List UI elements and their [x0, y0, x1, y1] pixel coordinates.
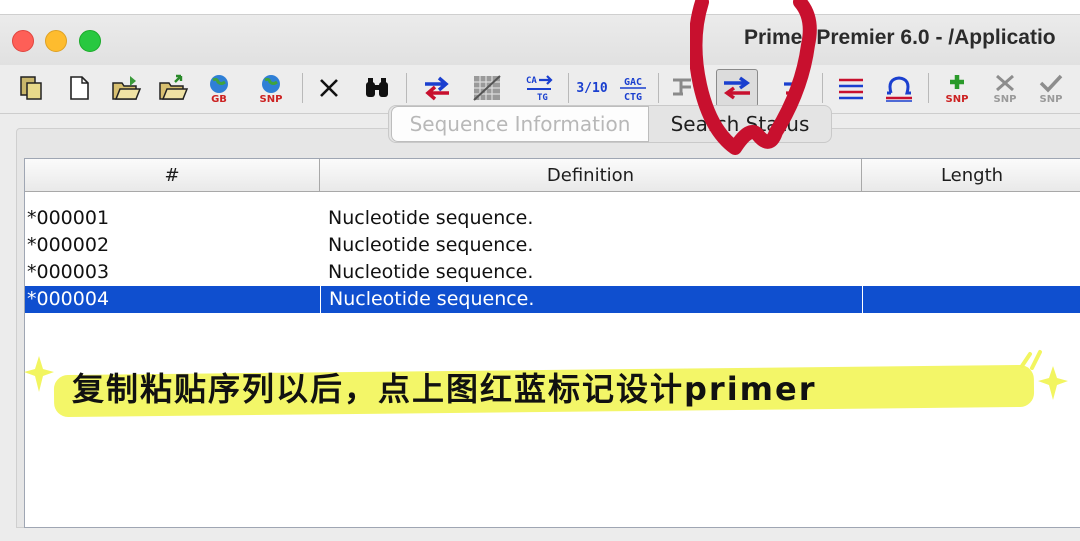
convert-bottom-label: TG — [537, 93, 548, 103]
snp-add-icon: SNP — [946, 75, 969, 104]
sequence-text-button[interactable]: GAC CTG — [616, 71, 650, 105]
snp-database-button[interactable]: SNP — [254, 71, 288, 105]
snp-check-label: SNP — [1040, 94, 1063, 104]
row-definition: Nucleotide sequence. — [328, 234, 534, 256]
genbank-globe-icon: GB — [210, 75, 228, 104]
find-button[interactable] — [360, 71, 394, 105]
swap-button[interactable] — [420, 71, 454, 105]
table-row[interactable]: *000003 Nucleotide sequence. — [25, 259, 1080, 286]
fraction-button[interactable]: 3/10 — [575, 71, 609, 105]
toolbar-separator — [406, 73, 407, 103]
table-row-selected[interactable]: *000004 Nucleotide sequence. — [25, 286, 1080, 313]
table-header: # Definition Length — [25, 159, 1080, 192]
new-document-button[interactable] — [62, 71, 96, 105]
toolbar-separator — [568, 73, 569, 103]
row-length — [862, 259, 1080, 286]
export-folder-icon — [159, 74, 189, 100]
lines-icon — [839, 78, 863, 100]
snp-globe-icon: SNP — [260, 75, 283, 104]
row-definition: Nucleotide sequence. — [328, 261, 534, 283]
row-length — [862, 286, 1080, 313]
genbank-label: GB — [211, 94, 227, 104]
snp-remove-icon: SNP — [994, 74, 1017, 104]
row-length — [862, 205, 1080, 232]
column-header-length[interactable]: Length — [862, 159, 1080, 191]
snp-remove-label: SNP — [994, 94, 1017, 104]
swap-arrows-icon — [425, 76, 449, 101]
delete-button[interactable] — [312, 71, 346, 105]
toolbar-separator — [302, 73, 303, 103]
sequence-text-icon: GAC CTG — [620, 77, 646, 103]
row-id: *000004 — [27, 288, 110, 310]
sequence-table: # Definition Length *000001 Nucleotide s… — [24, 158, 1080, 528]
row-id: *000001 — [27, 207, 110, 229]
snp-add-button[interactable]: SNP — [940, 71, 974, 105]
toolbar-separator — [658, 73, 659, 103]
open-file-button[interactable] — [109, 71, 143, 105]
row-id: *000002 — [27, 234, 110, 256]
snp-check-icon: SNP — [1040, 74, 1063, 104]
close-window-button[interactable] — [12, 30, 34, 52]
omega-button[interactable] — [882, 71, 916, 105]
row-id: *000003 — [27, 261, 110, 283]
lines-button[interactable] — [834, 71, 868, 105]
binoculars-search-icon — [366, 78, 388, 97]
paste-icon — [20, 76, 42, 100]
sequence-convert-button[interactable]: CA TG — [522, 71, 556, 105]
maximize-window-button[interactable] — [79, 30, 101, 52]
paste-button[interactable] — [14, 71, 48, 105]
fraction-icon: 3/10 — [576, 80, 608, 96]
red-circle-marker — [690, 0, 817, 155]
minimize-window-button[interactable] — [45, 30, 67, 52]
table-row[interactable]: *000001 Nucleotide sequence. — [25, 205, 1080, 232]
sequence-bottom-label: CTG — [624, 92, 642, 103]
save-file-button[interactable] — [156, 71, 190, 105]
tab-sequence-information[interactable]: Sequence Information — [391, 106, 649, 142]
toolbar-separator — [822, 73, 823, 103]
alignment-button[interactable] — [470, 71, 504, 105]
snp-remove-button[interactable]: SNP — [988, 71, 1022, 105]
snp-add-label: SNP — [946, 94, 969, 104]
convert-top-label: CA — [526, 76, 537, 86]
row-definition: Nucleotide sequence. — [320, 286, 854, 313]
snp-check-button[interactable]: SNP — [1034, 71, 1068, 105]
star-icon — [24, 356, 54, 392]
table-row[interactable]: *000002 Nucleotide sequence. — [25, 232, 1080, 259]
delete-x-icon — [320, 79, 338, 97]
snp-globe-label: SNP — [260, 94, 283, 104]
sequence-convert-icon: CA TG — [526, 75, 553, 103]
genbank-button[interactable]: GB — [202, 71, 236, 105]
sequence-top-label: GAC — [624, 77, 642, 88]
alignment-grid-icon — [473, 75, 501, 101]
row-definition: Nucleotide sequence. — [328, 207, 534, 229]
omega-icon — [886, 76, 912, 102]
new-document-icon — [70, 76, 89, 100]
sparkle-icon — [1020, 350, 1042, 370]
row-length — [862, 232, 1080, 259]
toolbar-separator — [928, 73, 929, 103]
title-bar: Primer Premier 6.0 - /Applicatio — [0, 15, 1080, 65]
annotation-text: 复制粘贴序列以后，点上图红蓝标记设计primer — [72, 370, 817, 408]
open-folder-icon — [112, 76, 142, 100]
column-header-number[interactable]: # — [25, 159, 320, 191]
